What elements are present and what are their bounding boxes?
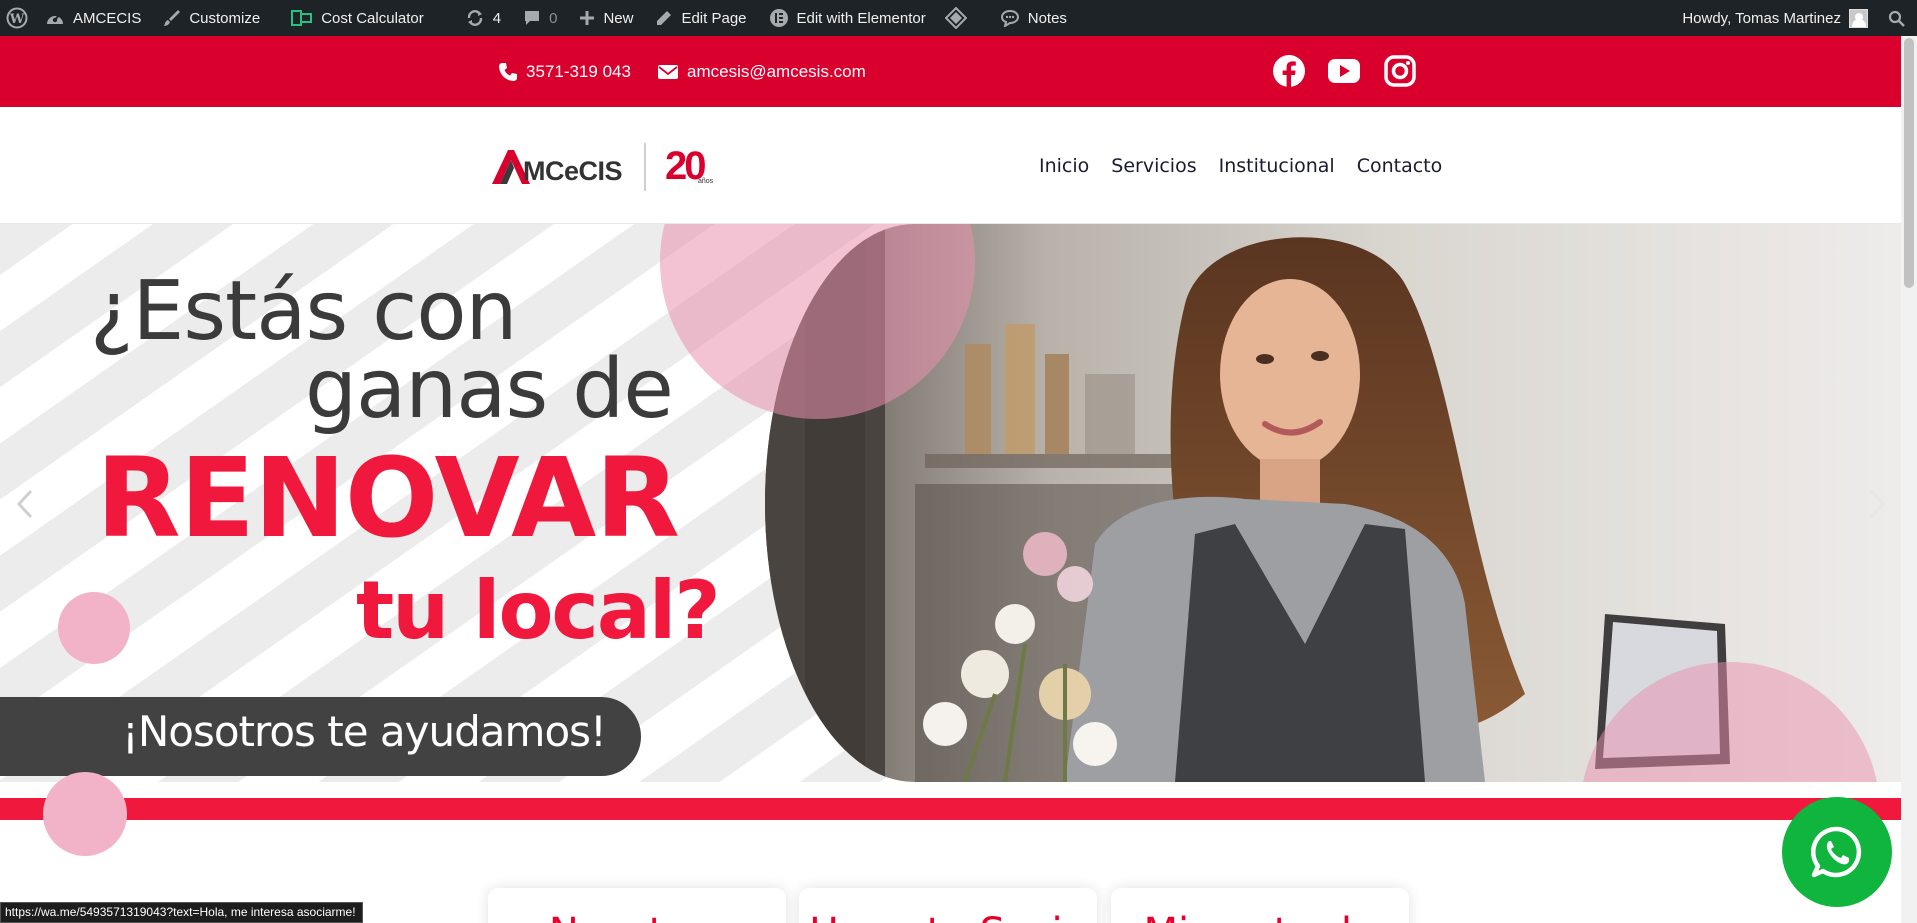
logo-text: MCeCIS <box>523 156 623 186</box>
comments-count: 0 <box>549 9 558 27</box>
greeting-label: Howdy, Tomas Martinez <box>1682 9 1841 27</box>
phone-number: 3571-319 043 <box>526 61 631 81</box>
chevron-right-icon <box>1869 489 1886 519</box>
email-address: amcesis@amcesis.com <box>687 61 866 81</box>
search-icon <box>1888 10 1905 27</box>
slider-prev-arrow[interactable] <box>10 479 40 529</box>
card-nosotros[interactable]: Nosotros <box>488 888 786 923</box>
status-url-tooltip: https://wa.me/5493571319043?text=Hola, m… <box>0 902 363 923</box>
notes-bubble-icon <box>1000 9 1019 27</box>
cost-calculator-link[interactable]: Cost Calculator <box>271 0 435 36</box>
card-mi-cuota[interactable]: Mi cuota de <box>1111 888 1409 923</box>
customize-link[interactable]: Customize <box>152 0 271 36</box>
cost-calculator-icon <box>291 10 313 26</box>
hero-line-4: tu local? <box>356 564 721 657</box>
facebook-icon <box>1273 55 1305 88</box>
hero-line-2: ganas de <box>305 342 674 437</box>
logo-anniversary-sub: años <box>698 178 714 185</box>
whatsapp-icon <box>1810 826 1862 878</box>
decor-circle-below <box>43 772 127 856</box>
card-title: Hacerte Socio <box>799 910 1097 923</box>
dashboard-icon <box>47 14 63 24</box>
brush-icon <box>164 10 181 26</box>
envelope-icon <box>658 64 678 79</box>
youtube-link[interactable] <box>1326 53 1362 89</box>
new-content-link[interactable]: New <box>568 0 644 36</box>
account-menu[interactable]: Howdy, Tomas Martinez <box>1671 0 1874 36</box>
main-nav: Inicio Servicios Institucional Contacto <box>1028 107 1453 224</box>
hero-pill-text: ¡Nosotros te ayudamos! <box>122 707 607 756</box>
card-title: Nosotros <box>488 910 786 923</box>
site-logo[interactable]: MCeCIS 20 años <box>490 134 720 194</box>
site-header: MCeCIS 20 años Inicio Servicios Instituc… <box>0 107 1901 224</box>
updates-count: 4 <box>492 9 502 27</box>
youtube-icon <box>1328 59 1360 83</box>
slider-next-arrow[interactable] <box>1862 479 1892 529</box>
phone-icon <box>499 62 517 81</box>
chevron-left-icon <box>16 489 33 519</box>
updates-icon <box>467 10 482 26</box>
diamond-tool-button[interactable] <box>937 0 975 36</box>
nav-item-servicios[interactable]: Servicios <box>1100 155 1207 177</box>
wp-admin-bar: W AMCECIS Customize Cost Calculator 4 0 … <box>0 0 1917 36</box>
page-scrollbar[interactable] <box>1901 36 1917 923</box>
comment-icon <box>525 11 540 25</box>
scrollbar-thumb[interactable] <box>1904 38 1914 288</box>
hero-slider: ¿Estás con ganas de RENOVAR tu local? ¡N… <box>0 224 1901 782</box>
hero-pill: ¡Nosotros te ayudamos! <box>0 697 641 776</box>
phone-link[interactable]: 3571-319 043 <box>498 36 631 107</box>
comments-link[interactable]: 0 <box>512 0 568 36</box>
decor-circle-left <box>58 592 130 664</box>
nav-item-contacto[interactable]: Contacto <box>1346 155 1454 177</box>
facebook-link[interactable] <box>1271 53 1307 89</box>
contact-topbar: 3571-319 043 amcesis@amcesis.com <box>0 36 1901 107</box>
diamond-icon <box>944 7 967 29</box>
whatsapp-button[interactable] <box>1782 797 1892 907</box>
notes-link[interactable]: Notes <box>975 0 1078 36</box>
logo-divider <box>644 143 646 191</box>
nav-item-institucional[interactable]: Institucional <box>1208 155 1346 177</box>
cost-calculator-label: Cost Calculator <box>321 9 424 27</box>
admin-search-button[interactable] <box>1874 0 1917 36</box>
edit-page-link[interactable]: Edit Page <box>644 0 757 36</box>
card-title: Mi cuota de <box>1111 910 1409 923</box>
email-link[interactable]: amcesis@amcesis.com <box>657 36 866 107</box>
edit-elementor-label: Edit with Elementor <box>796 9 926 27</box>
notes-label: Notes <box>1027 9 1067 27</box>
instagram-icon <box>1384 55 1416 87</box>
edit-with-elementor-link[interactable]: Edit with Elementor <box>758 0 937 36</box>
site-name-link[interactable]: AMCECIS <box>39 0 152 36</box>
wordpress-logo-button[interactable]: W <box>0 0 39 36</box>
elementor-icon <box>769 9 788 27</box>
card-hacerte-socio[interactable]: Hacerte Socio <box>799 888 1097 923</box>
new-label: New <box>603 9 634 27</box>
wordpress-icon: W <box>6 7 28 29</box>
avatar <box>1849 8 1868 28</box>
instagram-link[interactable] <box>1382 53 1418 89</box>
customize-label: Customize <box>189 9 261 27</box>
site-name-label: AMCECIS <box>73 9 142 27</box>
pencil-icon <box>657 11 672 25</box>
nav-item-inicio[interactable]: Inicio <box>1028 155 1100 177</box>
red-divider-band <box>0 798 1901 820</box>
hero-line-3: RENOVAR <box>96 434 680 562</box>
plus-icon <box>580 11 595 25</box>
edit-page-label: Edit Page <box>681 9 747 27</box>
svg-text:W: W <box>9 12 25 27</box>
updates-link[interactable]: 4 <box>435 0 512 36</box>
